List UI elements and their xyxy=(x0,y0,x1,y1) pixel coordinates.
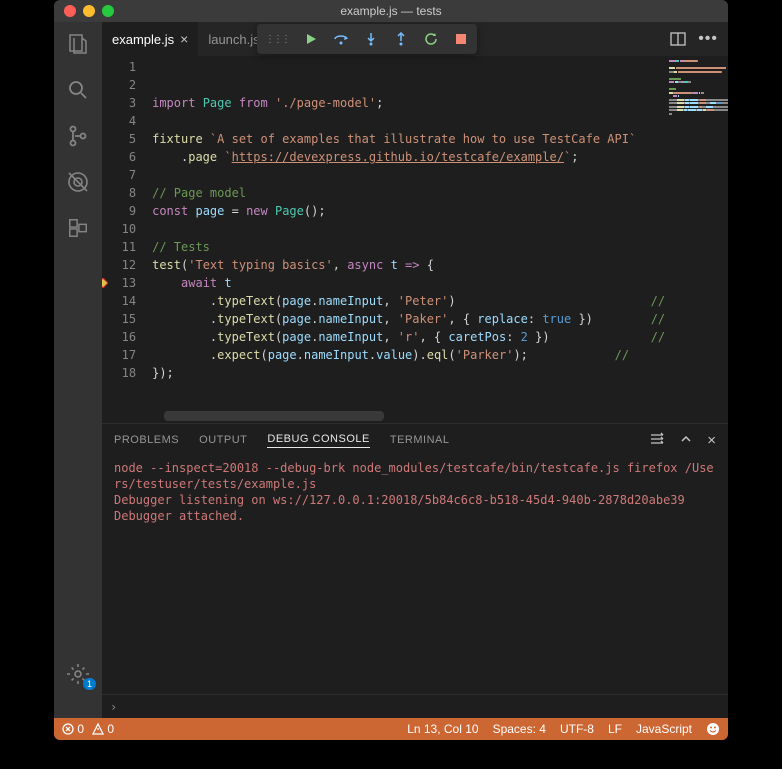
line-number-gutter[interactable]: 123456789101112131415161718 xyxy=(102,56,152,423)
code-line[interactable]: await t xyxy=(152,274,665,292)
code-line[interactable]: .expect(page.nameInput.value).eql('Parke… xyxy=(152,346,665,364)
editor-tabs: example.js × launch.json ••• ⋮⋮⋮ xyxy=(102,22,728,56)
line-number[interactable]: 3 xyxy=(102,94,136,112)
tab-output[interactable]: OUTPUT xyxy=(199,434,247,446)
step-out-button[interactable] xyxy=(393,31,409,47)
line-number[interactable]: 14 xyxy=(102,292,136,310)
breakpoint-icon[interactable] xyxy=(102,278,108,288)
warnings-count[interactable]: 0 xyxy=(92,722,114,736)
indentation[interactable]: Spaces: 4 xyxy=(493,722,546,736)
panel-tabs: PROBLEMS OUTPUT DEBUG CONSOLE TERMINAL × xyxy=(102,424,728,456)
repl-input[interactable]: › xyxy=(102,694,728,718)
bottom-panel: PROBLEMS OUTPUT DEBUG CONSOLE TERMINAL ×… xyxy=(102,423,728,718)
main-area: 1 example.js × launch.json ••• ⋮⋮⋮ xyxy=(54,22,728,718)
line-number[interactable]: 15 xyxy=(102,310,136,328)
tab-debug-console[interactable]: DEBUG CONSOLE xyxy=(267,433,369,448)
horizontal-scrollbar[interactable] xyxy=(164,411,384,421)
settings-icon[interactable]: 1 xyxy=(64,660,92,688)
status-bar: 0 0 Ln 13, Col 10 Spaces: 4 UTF-8 LF Jav… xyxy=(54,718,728,740)
code-line[interactable] xyxy=(152,112,665,130)
extensions-icon[interactable] xyxy=(64,214,92,242)
window-title: example.js — tests xyxy=(54,4,728,18)
debug-console-output[interactable]: node --inspect=20018 --debug-brk node_mo… xyxy=(102,456,728,694)
step-into-button[interactable] xyxy=(363,31,379,47)
window-controls xyxy=(54,5,114,17)
line-number[interactable]: 11 xyxy=(102,238,136,256)
vscode-window: example.js — tests 1 example.js × launch… xyxy=(54,0,728,740)
cursor-position[interactable]: Ln 13, Col 10 xyxy=(407,722,478,736)
source-control-icon[interactable] xyxy=(64,122,92,150)
code-line[interactable] xyxy=(152,382,665,400)
close-panel-icon[interactable]: × xyxy=(707,432,716,449)
debug-toolbar[interactable]: ⋮⋮⋮ xyxy=(257,24,477,54)
code-line[interactable]: // Tests xyxy=(152,238,665,256)
more-icon[interactable]: ••• xyxy=(698,30,718,48)
code-line[interactable]: .typeText(page.nameInput, 'Peter') // xyxy=(152,292,665,310)
search-icon[interactable] xyxy=(64,76,92,104)
maximize-window-button[interactable] xyxy=(102,5,114,17)
errors-count[interactable]: 0 xyxy=(62,722,84,736)
line-number[interactable]: 8 xyxy=(102,184,136,202)
line-number[interactable]: 16 xyxy=(102,328,136,346)
close-window-button[interactable] xyxy=(64,5,76,17)
minimap[interactable] xyxy=(665,56,728,423)
eol[interactable]: LF xyxy=(608,722,622,736)
code-line[interactable]: // Page model xyxy=(152,184,665,202)
code-line[interactable]: fixture `A set of examples that illustra… xyxy=(152,130,665,148)
clear-console-icon[interactable] xyxy=(649,432,665,449)
code-line[interactable] xyxy=(152,220,665,238)
code-editor[interactable]: 123456789101112131415161718 import Page … xyxy=(102,56,728,423)
tab-terminal[interactable]: TERMINAL xyxy=(390,434,450,446)
line-number[interactable]: 9 xyxy=(102,202,136,220)
line-number[interactable]: 4 xyxy=(102,112,136,130)
drag-grip-icon[interactable]: ⋮⋮⋮ xyxy=(265,34,289,45)
line-number[interactable]: 2 xyxy=(102,76,136,94)
line-number[interactable]: 17 xyxy=(102,346,136,364)
console-line: Debugger listening on ws://127.0.0.1:200… xyxy=(114,492,716,508)
tab-label: example.js xyxy=(112,32,174,47)
language-mode[interactable]: JavaScript xyxy=(636,722,692,736)
code-line[interactable] xyxy=(152,166,665,184)
console-line: Debugger attached. xyxy=(114,508,716,524)
activity-bar: 1 xyxy=(54,22,102,718)
continue-button[interactable] xyxy=(303,31,319,47)
tab-example-js[interactable]: example.js × xyxy=(102,22,198,56)
line-number[interactable]: 6 xyxy=(102,148,136,166)
code-line[interactable]: const page = new Page(); xyxy=(152,202,665,220)
line-number[interactable]: 18 xyxy=(102,364,136,382)
title-bar: example.js — tests xyxy=(54,0,728,22)
settings-badge: 1 xyxy=(83,678,96,690)
code-line[interactable]: .typeText(page.nameInput, 'Paker', { rep… xyxy=(152,310,665,328)
code-line[interactable]: test('Text typing basics', async t => { xyxy=(152,256,665,274)
line-number[interactable]: 10 xyxy=(102,220,136,238)
repl-prompt-icon: › xyxy=(110,700,117,714)
code-line[interactable]: .page `https://devexpress.github.io/test… xyxy=(152,148,665,166)
encoding[interactable]: UTF-8 xyxy=(560,722,594,736)
line-number[interactable]: 5 xyxy=(102,130,136,148)
debug-icon[interactable] xyxy=(64,168,92,196)
line-number[interactable]: 13 xyxy=(102,274,136,292)
feedback-icon[interactable] xyxy=(706,722,720,736)
stop-button[interactable] xyxy=(453,31,469,47)
restart-button[interactable] xyxy=(423,31,439,47)
explorer-icon[interactable] xyxy=(64,30,92,58)
minimize-window-button[interactable] xyxy=(83,5,95,17)
line-number[interactable]: 12 xyxy=(102,256,136,274)
split-editor-icon[interactable] xyxy=(670,31,686,47)
close-icon[interactable]: × xyxy=(180,31,188,47)
code-line[interactable]: }); xyxy=(152,364,665,382)
code-content[interactable]: import Page from './page-model'; fixture … xyxy=(152,56,665,423)
console-line: rs/testuser/tests/example.js xyxy=(114,476,716,492)
console-line: node --inspect=20018 --debug-brk node_mo… xyxy=(114,460,716,476)
code-line[interactable]: .typeText(page.nameInput, 'r', { caretPo… xyxy=(152,328,665,346)
line-number[interactable]: 7 xyxy=(102,166,136,184)
step-over-button[interactable] xyxy=(333,31,349,47)
tab-problems[interactable]: PROBLEMS xyxy=(114,434,179,446)
collapse-panel-icon[interactable] xyxy=(679,432,693,449)
line-number[interactable]: 1 xyxy=(102,58,136,76)
code-line[interactable]: import Page from './page-model'; xyxy=(152,94,665,112)
editor-area: example.js × launch.json ••• ⋮⋮⋮ xyxy=(102,22,728,718)
